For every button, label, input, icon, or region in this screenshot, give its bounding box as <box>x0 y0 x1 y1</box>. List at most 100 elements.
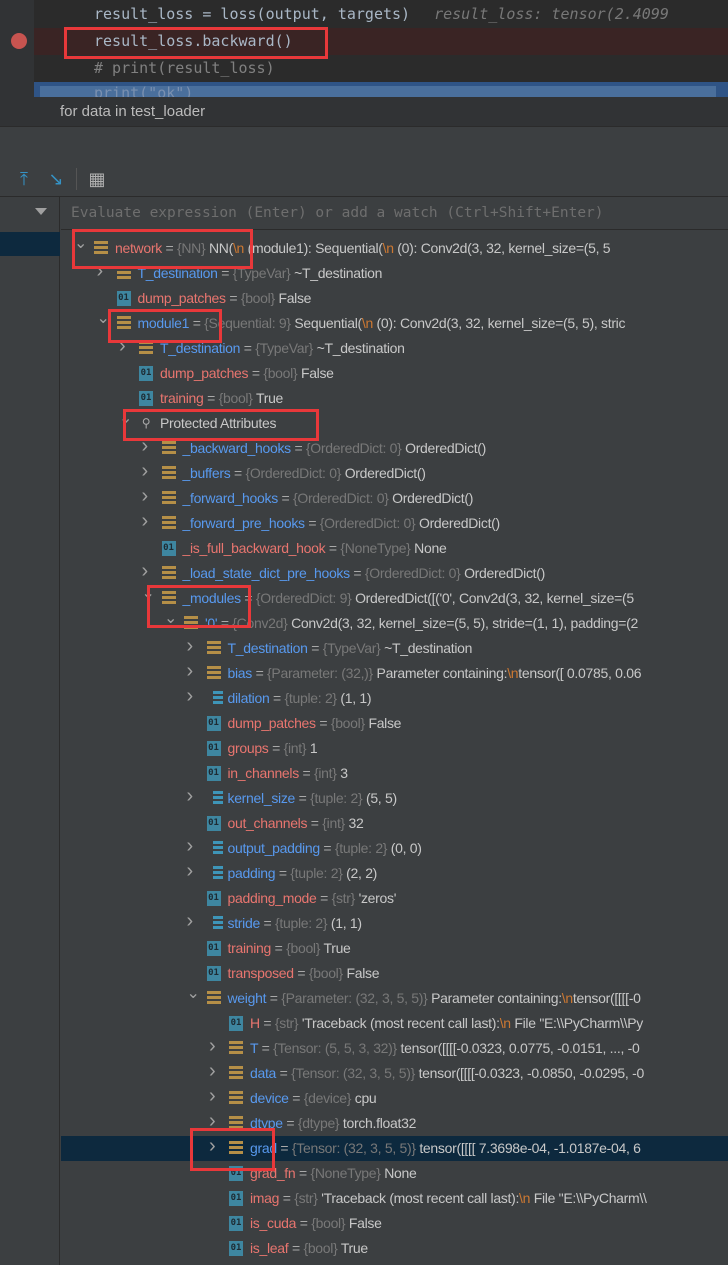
tree-row[interactable]: › T_destination = {TypeVar} ~T_destinatio… <box>61 334 728 361</box>
tree-row[interactable]: 01 imag = {str} 'Traceback (most recent c… <box>61 1186 728 1211</box>
chevron-right-icon[interactable]: › <box>119 334 131 359</box>
chevron-right-icon[interactable]: › <box>187 634 199 659</box>
variable-value: Sequential(\n (0): Conv2d(3, 32, kernel_… <box>294 315 626 331</box>
tree-row[interactable]: 01 H = {str} 'Traceback (most recent call… <box>61 1011 728 1036</box>
breadcrumb[interactable]: for data in test_loader <box>0 97 728 127</box>
variable-type: {str} <box>274 1015 299 1031</box>
evaluate-expression-input[interactable] <box>61 197 728 229</box>
tree-row[interactable]: 01 is_cuda = {bool} False <box>61 1211 728 1236</box>
tree-row[interactable]: › grad = {Tensor: (32, 3, 5, 5)} tensor([… <box>61 1134 728 1161</box>
tree-row[interactable]: ⌄ network = {NN} NN(\n (module1): Sequent… <box>61 235 728 261</box>
tree-row[interactable]: 01 training = {bool} True <box>61 936 728 961</box>
tree-row[interactable]: 01 grad_fn = {NoneType} None <box>61 1161 728 1186</box>
tree-row[interactable]: 01 is_leaf = {bool} True <box>61 1236 728 1261</box>
breadcrumb-item[interactable]: for data in test_loader <box>60 103 205 120</box>
show-execution-point-icon[interactable]: ⤒ <box>14 168 34 190</box>
variable-type: {OrderedDict: 0} <box>305 440 402 456</box>
tree-row[interactable]: › _backward_hooks = {OrderedDict: 0} Orde… <box>61 434 728 461</box>
variable-type: {OrderedDict: 0} <box>364 565 461 581</box>
tree-row[interactable]: › output_padding = {tuple: 2} (0, 0) <box>61 834 728 861</box>
chevron-right-icon[interactable]: › <box>187 684 199 709</box>
tree-row[interactable]: › dtype = {dtype} torch.float32 <box>61 1109 728 1136</box>
field-icon: 01 <box>206 816 221 831</box>
frames-panel[interactable] <box>0 197 60 1265</box>
tree-row-text: kernel_size = {tuple: 2} (5, 5) <box>228 786 398 811</box>
tree-row[interactable]: › stride = {tuple: 2} (1, 1) <box>61 909 728 936</box>
chevron-right-icon[interactable]: › <box>97 259 109 284</box>
tree-row[interactable]: 01 out_channels = {int} 32 <box>61 811 728 836</box>
code-line[interactable]: result_loss.backward() <box>94 28 293 55</box>
tree-row[interactable]: 01 groups = {int} 1 <box>61 736 728 761</box>
tree-row[interactable]: › padding = {tuple: 2} (2, 2) <box>61 859 728 886</box>
tree-row[interactable]: › bias = {Parameter: (32,)} Parameter con… <box>61 659 728 686</box>
tree-row[interactable]: › _forward_hooks = {OrderedDict: 0} Order… <box>61 484 728 511</box>
variables-tree[interactable]: ⌄ network = {NN} NN(\n (module1): Sequent… <box>61 235 728 1261</box>
chevron-right-icon[interactable]: › <box>209 1059 221 1084</box>
tree-row[interactable]: ⌄ _modules = {OrderedDict: 9} OrderedDict… <box>61 585 728 611</box>
chevron-right-icon[interactable]: › <box>187 909 199 934</box>
tree-row[interactable]: › T_destination = {TypeVar} ~T_destinatio… <box>61 634 728 661</box>
tree-row[interactable]: › _load_state_dict_pre_hooks = {OrderedDi… <box>61 560 728 586</box>
selected-frame[interactable] <box>0 232 60 256</box>
chevron-right-icon[interactable]: › <box>187 659 199 684</box>
tree-row[interactable]: 01 dump_patches = {bool} False <box>61 286 728 311</box>
variable-type: {bool} <box>303 1240 338 1256</box>
tree-row[interactable]: › kernel_size = {tuple: 2} (5, 5) <box>61 784 728 811</box>
chevron-right-icon[interactable]: › <box>209 1109 221 1134</box>
equals-sign: = <box>217 265 233 281</box>
chevron-right-icon[interactable]: › <box>187 834 199 859</box>
tree-row[interactable]: › device = {device} cpu <box>61 1084 728 1111</box>
tree-row[interactable]: 01 transposed = {bool} False <box>61 961 728 986</box>
chevron-right-icon[interactable]: › <box>187 784 199 809</box>
tree-row[interactable]: › _forward_pre_hooks = {OrderedDict: 0} O… <box>61 509 728 536</box>
breakpoint-icon[interactable] <box>11 33 27 49</box>
variable-name: is_leaf <box>250 1240 289 1256</box>
tree-row[interactable]: 01 _is_full_backward_hook = {NoneType} No… <box>61 536 728 561</box>
chevron-right-icon[interactable]: › <box>187 859 199 884</box>
object-icon <box>206 666 221 681</box>
code-editor[interactable]: result_loss = loss(output, targets) resul… <box>0 0 728 102</box>
variable-name: grad_fn <box>250 1165 296 1181</box>
variable-value: Conv2d(3, 32, kernel_size=(5, 5), stride… <box>291 615 639 631</box>
evaluate-calculator-icon[interactable]: ▦ <box>87 168 107 190</box>
tree-row[interactable]: › dilation = {tuple: 2} (1, 1) <box>61 684 728 711</box>
chevron-right-icon[interactable]: › <box>142 509 154 534</box>
tree-row-text: transposed = {bool} False <box>228 961 380 986</box>
chevron-right-icon[interactable]: › <box>209 1034 221 1059</box>
tree-row[interactable]: ⌄ weight = {Parameter: (32, 3, 5, 5)} Par… <box>61 985 728 1011</box>
chevron-right-icon[interactable]: › <box>142 484 154 509</box>
equals-sign: = <box>230 465 246 481</box>
chevron-right-icon[interactable]: › <box>209 1084 221 1109</box>
chevron-right-icon[interactable]: › <box>209 1134 221 1159</box>
chevron-down-icon[interactable]: ⌄ <box>187 981 200 1006</box>
chevron-down-icon[interactable]: ⌄ <box>97 306 110 331</box>
chevron-down-icon[interactable] <box>35 208 47 215</box>
tree-row-text: output_padding = {tuple: 2} (0, 0) <box>228 836 422 861</box>
code-line[interactable]: # print(result_loss) <box>94 55 275 82</box>
tree-row[interactable]: ⌄ ⚲ Protected Attributes <box>61 410 728 436</box>
code-line[interactable]: print("ok") <box>94 80 193 102</box>
tree-row[interactable]: 01 in_channels = {int} 3 <box>61 761 728 786</box>
tree-row-text: _buffers = {OrderedDict: 0} OrderedDict(… <box>183 461 426 486</box>
chevron-down-icon[interactable]: ⌄ <box>142 581 155 606</box>
step-into-cursor-icon[interactable]: ↘ <box>46 168 66 190</box>
tree-row[interactable]: ⌄ '0' = {Conv2d} Conv2d(3, 32, kernel_siz… <box>61 610 728 636</box>
newline-escape: \n <box>361 315 373 331</box>
tree-row[interactable]: 01 training = {bool} True <box>61 386 728 411</box>
chevron-down-icon[interactable]: ⌄ <box>164 606 177 631</box>
equals-sign: = <box>307 640 323 656</box>
tree-row[interactable]: 01 dump_patches = {bool} False <box>61 711 728 736</box>
tree-row[interactable]: 01 padding_mode = {str} 'zeros' <box>61 886 728 911</box>
chevron-down-icon[interactable]: ⌄ <box>119 406 132 431</box>
tree-row[interactable]: 01 dump_patches = {bool} False <box>61 361 728 386</box>
variable-value: True <box>255 390 284 406</box>
chevron-right-icon[interactable]: › <box>142 459 154 484</box>
tree-row[interactable]: › _buffers = {OrderedDict: 0} OrderedDict… <box>61 459 728 486</box>
chevron-right-icon[interactable]: › <box>142 434 154 459</box>
chevron-down-icon[interactable]: ⌄ <box>74 231 87 256</box>
tree-row[interactable]: › T = {Tensor: (5, 5, 3, 32)} tensor([[[[… <box>61 1034 728 1061</box>
tree-row[interactable]: › data = {Tensor: (32, 3, 5, 5)} tensor([… <box>61 1059 728 1086</box>
tree-row[interactable]: ⌄ module1 = {Sequential: 9} Sequential(\n… <box>61 310 728 336</box>
tree-row[interactable]: › T_destination = {TypeVar} ~T_destinatio… <box>61 259 728 286</box>
code-line[interactable]: result_loss = loss(output, targets) resul… <box>94 1 669 28</box>
